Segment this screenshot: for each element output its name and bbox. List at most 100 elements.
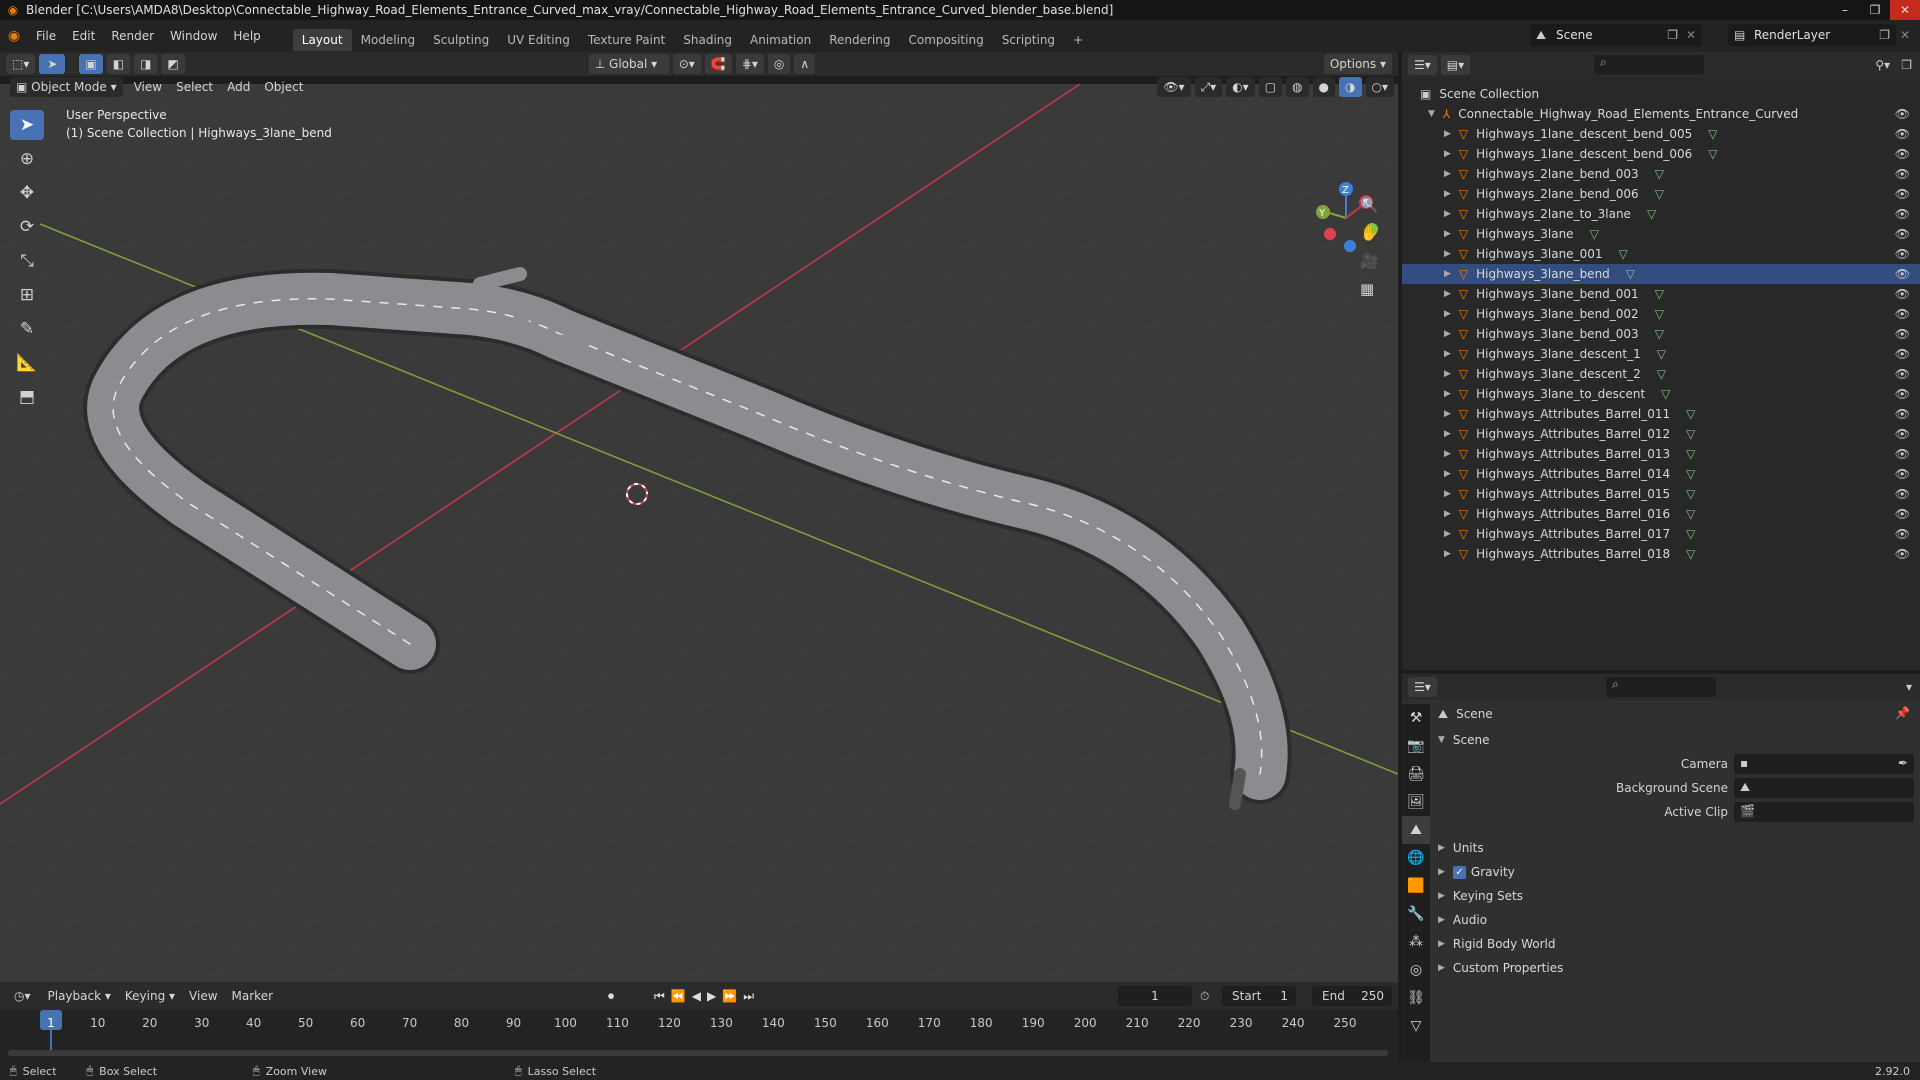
visibility-eye-icon[interactable]: 👁 (1895, 327, 1910, 341)
pin-icon[interactable]: 📌 (1895, 706, 1910, 720)
tab-shading[interactable]: Shading (674, 29, 741, 51)
falloff-icon[interactable]: ∧ (794, 54, 816, 74)
outliner-item[interactable]: ▶ ▽ Highways_2lane_bend_003 ▽ 👁 (1402, 164, 1920, 184)
expand-arrow-icon[interactable]: ▶ (1444, 289, 1451, 299)
scene-selector[interactable]: ⛰ Scene ❐ ✕ (1530, 24, 1702, 46)
visibility-eye-icon[interactable]: 👁 (1895, 287, 1910, 301)
viewport-menu-view[interactable]: View (127, 76, 169, 98)
options-dropdown[interactable]: Options ▾ (1323, 54, 1392, 74)
mesh-data-icon[interactable]: ▽ (1655, 307, 1664, 321)
tab-compositing[interactable]: Compositing (899, 29, 992, 51)
rigid-body-section[interactable]: ▶ Rigid Body World (1438, 934, 1555, 954)
outliner-search-input[interactable]: ⌕ (1594, 55, 1704, 75)
expand-arrow-icon[interactable]: ▶ (1444, 189, 1451, 199)
expand-arrow-icon[interactable]: ▶ (1444, 429, 1451, 439)
properties-options-icon[interactable]: ▾ (1906, 680, 1912, 694)
outliner-item[interactable]: ▶ ▽ Highways_2lane_bend_006 ▽ 👁 (1402, 184, 1920, 204)
remove-scene-icon[interactable]: ✕ (1686, 28, 1696, 42)
expand-arrow-icon[interactable]: ▶ (1444, 229, 1451, 239)
expand-arrow-icon[interactable]: ▶ (1444, 529, 1451, 539)
visibility-eye-icon[interactable]: 👁 (1895, 107, 1910, 121)
transform-orientation-dropdown[interactable]: ⊥ Global ▾ (588, 54, 669, 74)
cursor-tool-icon[interactable]: ⊕ (10, 144, 44, 174)
shading-solid-icon[interactable]: ● (1312, 77, 1336, 97)
jump-start-icon[interactable]: ⏮ (654, 989, 671, 1003)
custom-properties-section[interactable]: ▶ Custom Properties (1438, 958, 1563, 978)
visibility-eye-icon[interactable]: 👁 (1895, 147, 1910, 161)
pivot-point-icon[interactable]: ⊙▾ (672, 54, 701, 74)
expand-arrow-icon[interactable]: ▶ (1444, 149, 1451, 159)
menu-edit[interactable]: Edit (64, 20, 103, 52)
expand-arrow-icon[interactable]: ▶ (1444, 169, 1451, 179)
mesh-data-icon[interactable]: ▽ (1686, 547, 1695, 561)
minimize-button[interactable]: – (1830, 0, 1860, 20)
expand-arrow-icon[interactable]: ▶ (1444, 489, 1451, 499)
tab-modifier-icon[interactable]: 🔧 (1402, 900, 1430, 928)
tab-layout[interactable]: Layout (292, 29, 352, 51)
visibility-eye-icon[interactable]: 👁 (1895, 487, 1910, 501)
move-tool-icon[interactable]: ✥ (10, 178, 44, 208)
visibility-eye-icon[interactable]: 👁 (1895, 347, 1910, 361)
eyedropper-icon[interactable]: ✒ (1898, 756, 1908, 770)
scale-tool-icon[interactable]: ⤡ (10, 246, 44, 276)
outliner-item[interactable]: ▶ ▽ Highways_3lane ▽ 👁 (1402, 224, 1920, 244)
expand-arrow-icon[interactable]: ▶ (1444, 329, 1451, 339)
tab-constraints-icon[interactable]: ⛓ (1402, 984, 1430, 1012)
outliner-item[interactable]: ▶ ▽ Highways_3lane_bend_002 ▽ 👁 (1402, 304, 1920, 324)
snap-icon[interactable]: 🧲 (704, 54, 732, 74)
tab-object-icon[interactable]: 🟧 (1402, 872, 1430, 900)
mesh-data-icon[interactable]: ▽ (1655, 327, 1664, 341)
tab-texture-paint[interactable]: Texture Paint (579, 29, 674, 51)
visibility-eye-icon[interactable]: 👁 (1895, 467, 1910, 481)
new-scene-icon[interactable]: ❐ (1667, 28, 1678, 42)
active-clip-field[interactable]: 🎬 (1734, 802, 1914, 822)
gizmo-toggle-icon[interactable]: ⤢▾ (1194, 77, 1223, 97)
tab-uv-editing[interactable]: UV Editing (498, 29, 579, 51)
tab-modeling[interactable]: Modeling (352, 29, 425, 51)
tab-data-icon[interactable]: ▽ (1402, 1012, 1430, 1040)
mesh-data-icon[interactable]: ▽ (1686, 507, 1695, 521)
timeline-scrollbar[interactable] (8, 1050, 1388, 1056)
preview-range-icon[interactable]: ⏱ (1200, 989, 1209, 1004)
outliner-item[interactable]: ▶ ▽ Highways_Attributes_Barrel_018 ▽ 👁 (1402, 544, 1920, 564)
expand-arrow-icon[interactable]: ▶ (1444, 249, 1451, 259)
rotate-tool-icon[interactable]: ⟳ (10, 212, 44, 242)
mesh-data-icon[interactable]: ▽ (1590, 227, 1599, 241)
remove-view-layer-icon[interactable]: ✕ (1900, 28, 1910, 42)
visibility-eye-icon[interactable]: 👁 (1895, 387, 1910, 401)
outliner-item[interactable]: ▶ ▽ Highways_1lane_descent_bend_005 ▽ 👁 (1402, 124, 1920, 144)
menu-window[interactable]: Window (162, 20, 225, 52)
current-frame-field[interactable]: 1 (1118, 986, 1192, 1006)
outliner-item[interactable]: ▶ ▽ Highways_3lane_001 ▽ 👁 (1402, 244, 1920, 264)
visibility-eye-icon[interactable]: 👁 (1895, 427, 1910, 441)
mesh-data-icon[interactable]: ▽ (1647, 207, 1656, 221)
tab-animation[interactable]: Animation (741, 29, 820, 51)
object-mode-dropdown[interactable]: ▣ Object Mode ▾ (10, 77, 123, 97)
record-icon[interactable]: ⏺ (608, 989, 614, 1004)
outliner-item[interactable]: ▶ ▽ Highways_3lane_bend_001 ▽ 👁 (1402, 284, 1920, 304)
expand-arrow-icon[interactable]: ▶ (1444, 509, 1451, 519)
timeline-editor-type-icon[interactable]: ◷▾ (8, 986, 37, 1006)
mesh-data-icon[interactable]: ▽ (1618, 247, 1627, 261)
expand-arrow-icon[interactable]: ▶ (1444, 409, 1451, 419)
outliner-item[interactable]: ▶ ▽ Highways_Attributes_Barrel_011 ▽ 👁 (1402, 404, 1920, 424)
mesh-data-icon[interactable]: ▽ (1708, 127, 1717, 141)
outliner-item[interactable]: ▶ ▽ Highways_3lane_bend ▽ 👁 (1402, 264, 1920, 284)
outliner-item[interactable]: ▶ ▽ Highways_Attributes_Barrel_012 ▽ 👁 (1402, 424, 1920, 444)
expand-arrow-icon[interactable]: ▶ (1444, 209, 1451, 219)
tab-scripting[interactable]: Scripting (993, 29, 1064, 51)
visibility-eye-icon[interactable]: 👁 (1895, 187, 1910, 201)
keying-sets-section[interactable]: ▶ Keying Sets (1438, 886, 1523, 906)
mesh-data-icon[interactable]: ▽ (1655, 287, 1664, 301)
tab-scene-icon[interactable]: ⛰ (1402, 816, 1430, 844)
camera-field[interactable]: ▪ ✒ (1734, 754, 1914, 774)
timeline-menu-playback[interactable]: Playback ▾ (41, 985, 118, 1007)
outliner-scene-collection[interactable]: ▣ Scene Collection (1402, 84, 1920, 104)
mesh-data-icon[interactable]: ▽ (1661, 387, 1670, 401)
mesh-data-icon[interactable]: ▽ (1655, 187, 1664, 201)
outliner-filter-icon[interactable]: ⚲▾ (1875, 58, 1890, 72)
tab-tool-icon[interactable]: ⚒ (1402, 704, 1430, 732)
tab-render-icon[interactable]: 📷 (1402, 732, 1430, 760)
visibility-eye-icon[interactable]: 👁 (1895, 447, 1910, 461)
mesh-data-icon[interactable]: ▽ (1708, 147, 1717, 161)
